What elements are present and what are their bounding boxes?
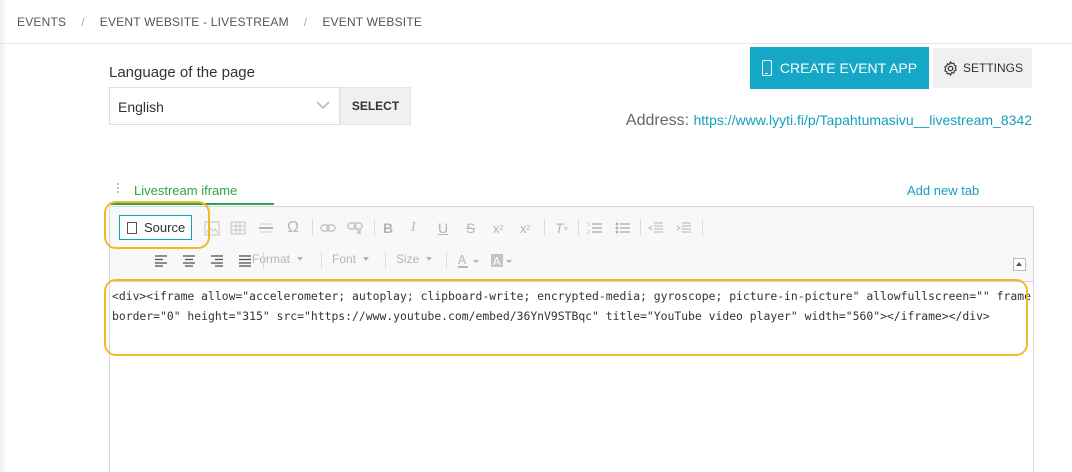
increase-indent-icon[interactable]	[676, 218, 692, 238]
breadcrumb-event-website-livestream[interactable]: EVENT WEBSITE - LIVESTREAM	[100, 15, 289, 29]
decrease-indent-icon[interactable]	[648, 218, 664, 238]
size-dropdown[interactable]: Size	[396, 252, 432, 266]
toolbar-separator	[312, 219, 313, 236]
text-color-icon[interactable]: A	[457, 251, 481, 271]
gear-icon	[944, 60, 957, 76]
settings-label: SETTINGS	[962, 61, 1023, 75]
svg-text:A: A	[493, 255, 501, 268]
toolbar-separator	[385, 252, 386, 269]
language-selected-value: English	[118, 99, 164, 115]
language-select[interactable]: English	[109, 87, 340, 125]
create-event-app-button[interactable]: CREATE EVENT APP	[750, 47, 929, 89]
special-character-icon[interactable]: Ω	[287, 218, 299, 238]
numbered-list-icon[interactable]: 12	[587, 218, 603, 238]
breadcrumb-events[interactable]: EVENTS	[17, 15, 66, 29]
language-label: Language of the page	[109, 64, 255, 81]
toolbar-separator	[374, 219, 375, 236]
drag-handle-icon[interactable]	[116, 182, 120, 195]
top-bar: EVENTS / EVENT WEBSITE - LIVESTREAM / EV…	[0, 0, 1072, 44]
svg-text:A: A	[458, 253, 467, 267]
toolbar-separator	[321, 252, 322, 269]
breadcrumb: EVENTS / EVENT WEBSITE - LIVESTREAM / EV…	[17, 15, 422, 29]
collapse-toolbar-icon[interactable]	[1013, 258, 1026, 271]
subscript-icon[interactable]: x2	[493, 218, 503, 238]
table-icon[interactable]	[230, 218, 246, 238]
remove-format-icon[interactable]: T ×	[555, 218, 568, 238]
toolbar-separator	[544, 219, 545, 236]
superscript-icon[interactable]: x2	[520, 218, 530, 238]
left-shadow	[0, 0, 6, 472]
tab-label: Livestream iframe	[134, 183, 238, 198]
create-event-app-label: CREATE EVENT APP	[779, 60, 918, 76]
align-right-icon[interactable]	[210, 251, 224, 271]
language-select-button[interactable]: SELECT	[340, 87, 411, 125]
source-code-highlight	[104, 279, 1028, 356]
font-dropdown[interactable]: Font	[332, 252, 369, 266]
unlink-icon[interactable]	[347, 218, 363, 238]
italic-icon[interactable]: I	[411, 218, 416, 238]
align-left-icon[interactable]	[154, 251, 168, 271]
settings-button[interactable]: SETTINGS	[933, 48, 1032, 88]
bulleted-list-icon[interactable]	[615, 218, 631, 238]
strikethrough-icon[interactable]: S	[466, 218, 475, 238]
horizontal-line-icon[interactable]	[258, 218, 274, 238]
align-center-icon[interactable]	[182, 251, 196, 271]
font-label: Font	[332, 252, 357, 266]
breadcrumb-separator: /	[81, 15, 85, 29]
format-dropdown[interactable]: Format	[252, 252, 303, 266]
breadcrumb-event-website[interactable]: EVENT WEBSITE	[322, 15, 422, 29]
breadcrumb-separator: /	[303, 15, 308, 29]
add-new-tab-link[interactable]: Add new tab	[907, 183, 979, 198]
toolbar-separator	[702, 219, 703, 236]
bold-icon[interactable]: B	[383, 218, 393, 238]
toolbar-separator	[640, 219, 641, 236]
toolbar-separator	[446, 252, 447, 269]
page-address: Address: https://www.lyyti.fi/p/Tapahtum…	[626, 112, 1032, 130]
address-link[interactable]: https://www.lyyti.fi/p/Tapahtumasivu__li…	[694, 112, 1033, 128]
editor-toolbar: Source Ω B I U S x2 x2 T × 12 Format Fon…	[110, 207, 1033, 282]
toolbar-separator	[578, 219, 579, 236]
format-label: Format	[252, 252, 291, 266]
source-button-highlight	[104, 201, 210, 249]
mobile-phone-icon	[761, 60, 772, 76]
underline-icon[interactable]: U	[438, 218, 448, 238]
justify-icon[interactable]	[238, 251, 252, 271]
svg-text:1: 1	[587, 222, 590, 228]
svg-text:2: 2	[587, 230, 590, 235]
chevron-down-icon	[316, 101, 330, 110]
size-label: Size	[396, 252, 420, 266]
link-icon[interactable]	[320, 218, 336, 238]
background-color-icon[interactable]: A	[490, 251, 514, 271]
address-label: Address:	[625, 112, 690, 129]
